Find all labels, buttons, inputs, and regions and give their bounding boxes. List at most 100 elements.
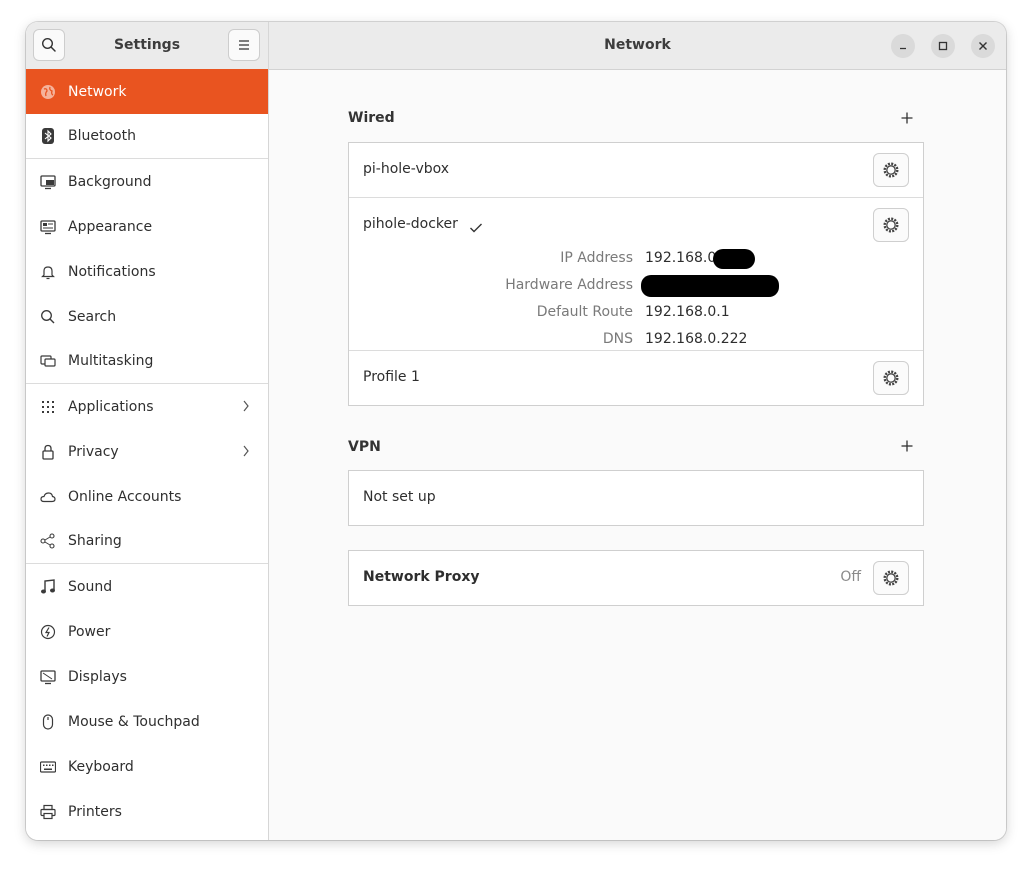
- sidebar-nav: Network Bluetooth Background Appearance: [26, 69, 268, 834]
- wired-section-title: Wired: [348, 110, 395, 126]
- keyboard-icon: [40, 759, 56, 775]
- wired-profile-name: pihole-docker: [363, 216, 458, 232]
- search-icon: [40, 309, 56, 325]
- dns-value: 192.168.0.222: [645, 331, 748, 347]
- music-note-icon: [40, 578, 56, 595]
- chevron-right-icon: [242, 444, 250, 462]
- sidebar-item-label: Network: [68, 83, 127, 100]
- sidebar-item-power[interactable]: Power: [26, 609, 268, 654]
- multitasking-icon: [40, 353, 56, 369]
- sidebar-item-label: Keyboard: [68, 758, 134, 775]
- ip-address-label: IP Address: [560, 250, 633, 266]
- sidebar-item-privacy[interactable]: Privacy: [26, 429, 268, 474]
- sidebar-item-mouse-touchpad[interactable]: Mouse & Touchpad: [26, 699, 268, 744]
- maximize-button[interactable]: [931, 34, 955, 58]
- share-icon: [40, 533, 56, 549]
- sidebar-item-sound[interactable]: Sound: [26, 564, 268, 609]
- wired-profile-settings-button[interactable]: [873, 361, 909, 395]
- maximize-icon: [938, 41, 948, 51]
- sidebar-item-appearance[interactable]: Appearance: [26, 204, 268, 249]
- sidebar-item-label: Privacy: [68, 443, 119, 460]
- sidebar-item-online-accounts[interactable]: Online Accounts: [26, 474, 268, 519]
- wired-profile-name: pi-hole-vbox: [363, 161, 450, 177]
- bluetooth-icon: [40, 128, 56, 144]
- add-vpn-button[interactable]: [897, 436, 917, 456]
- plus-icon: [901, 112, 913, 124]
- main-header: Network: [269, 22, 1006, 70]
- row-divider: [349, 197, 923, 198]
- network-panel: Wired pi-hole-vbox pihole-docker IP Addr…: [269, 70, 1006, 840]
- network-proxy-label: Network Proxy: [363, 569, 480, 585]
- monitor-icon: [40, 174, 56, 190]
- sidebar-item-label: Sound: [68, 578, 113, 595]
- default-route-label: Default Route: [536, 304, 633, 320]
- close-button[interactable]: [971, 34, 995, 58]
- sidebar-item-background[interactable]: Background: [26, 159, 268, 204]
- add-wired-connection-button[interactable]: [897, 108, 917, 128]
- sidebar-item-label: Background: [68, 173, 152, 190]
- vpn-section-title: VPN: [348, 439, 381, 455]
- sidebar-item-applications[interactable]: Applications: [26, 384, 268, 429]
- gear-icon: [883, 570, 899, 586]
- wired-connections-list: pi-hole-vbox pihole-docker IP Address 19…: [348, 142, 924, 406]
- display-icon: [40, 669, 56, 685]
- sidebar-item-sharing[interactable]: Sharing: [26, 519, 268, 564]
- redaction-mark: [713, 249, 755, 269]
- cloud-icon: [40, 489, 56, 505]
- printer-icon: [40, 804, 56, 820]
- appearance-icon: [40, 219, 56, 235]
- sidebar-item-label: Power: [68, 623, 111, 640]
- gear-icon: [883, 217, 899, 233]
- gear-icon: [883, 370, 899, 386]
- row-divider: [349, 350, 923, 351]
- ip-address-value: 192.168.0.: [645, 250, 721, 266]
- sidebar-item-bluetooth[interactable]: Bluetooth: [26, 114, 268, 159]
- redaction-mark: [641, 275, 779, 297]
- wired-profile-settings-button[interactable]: [873, 208, 909, 242]
- vpn-status: Not set up: [363, 489, 436, 505]
- network-proxy-row[interactable]: Network Proxy Off: [348, 550, 924, 606]
- sidebar-item-label: Appearance: [68, 218, 153, 235]
- sidebar-item-label: Notifications: [68, 263, 156, 280]
- lock-icon: [40, 444, 56, 460]
- sidebar-item-label: Mouse & Touchpad: [68, 713, 200, 730]
- sidebar-item-label: Applications: [68, 398, 154, 415]
- sidebar-item-network[interactable]: Network: [26, 69, 268, 114]
- sidebar-item-search[interactable]: Search: [26, 294, 268, 339]
- vpn-list: Not set up: [348, 470, 924, 526]
- close-icon: [979, 42, 987, 50]
- sidebar-item-label: Displays: [68, 668, 127, 685]
- hardware-address-label: Hardware Address: [505, 277, 633, 293]
- sidebar-item-printers[interactable]: Printers: [26, 789, 268, 834]
- network-proxy-status: Off: [840, 569, 861, 585]
- hamburger-icon: [239, 40, 249, 50]
- sidebar-item-keyboard[interactable]: Keyboard: [26, 744, 268, 789]
- checkmark-icon: [469, 219, 483, 238]
- wired-profile-name: Profile 1: [363, 369, 420, 385]
- sidebar: Settings Network Bluetooth Background Ap…: [26, 22, 269, 840]
- network-proxy-settings-button[interactable]: [873, 561, 909, 595]
- settings-window: Settings Network Bluetooth Background Ap…: [26, 22, 1006, 840]
- default-route-value: 192.168.0.1: [645, 304, 730, 320]
- plus-icon: [901, 440, 913, 452]
- chevron-right-icon: [242, 399, 250, 417]
- sidebar-item-label: Printers: [68, 803, 122, 820]
- sidebar-item-label: Bluetooth: [68, 128, 136, 144]
- main-menu-button[interactable]: [228, 29, 260, 61]
- globe-icon: [40, 84, 56, 100]
- sidebar-item-label: Search: [68, 308, 117, 325]
- minimize-icon: [900, 47, 906, 50]
- grid-icon: [40, 399, 56, 415]
- dns-label: DNS: [602, 331, 633, 347]
- sidebar-item-label: Multitasking: [68, 353, 154, 369]
- sidebar-item-multitasking[interactable]: Multitasking: [26, 339, 268, 384]
- gear-icon: [883, 162, 899, 178]
- sidebar-item-label: Online Accounts: [68, 488, 182, 505]
- wired-profile-settings-button[interactable]: [873, 153, 909, 187]
- sidebar-header: Settings: [26, 22, 268, 70]
- minimize-button[interactable]: [891, 34, 915, 58]
- sidebar-item-displays[interactable]: Displays: [26, 654, 268, 699]
- sidebar-item-notifications[interactable]: Notifications: [26, 249, 268, 294]
- bell-icon: [40, 264, 56, 280]
- power-icon: [40, 624, 56, 640]
